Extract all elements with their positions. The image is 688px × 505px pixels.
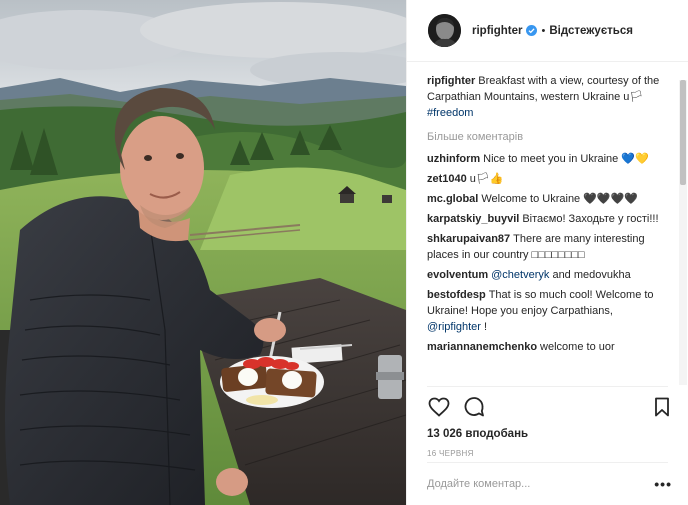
- comment-username[interactable]: mc.global: [427, 193, 478, 205]
- comment-icon[interactable]: [462, 395, 486, 419]
- add-comment-input[interactable]: [427, 478, 655, 490]
- comment-mention[interactable]: @chetveryk: [491, 269, 549, 281]
- comment-item: mariannanemchenko welcome to uor: [427, 339, 668, 355]
- load-more-comments-link[interactable]: Більше коментарів: [427, 129, 523, 145]
- post-date[interactable]: 16 червня: [427, 449, 668, 458]
- comment-text: welcome to uor: [540, 341, 615, 353]
- likes-count[interactable]: 13 026 вподобань: [427, 428, 668, 440]
- caption: ripfighter Breakfast with a view, courtes…: [427, 73, 668, 121]
- comment-text: Welcome to Ukraine 🖤🖤🖤🖤: [481, 193, 639, 205]
- caption-flag: u🏳: [623, 91, 644, 103]
- verified-badge-icon: [526, 25, 538, 36]
- add-comment-form: •••: [427, 462, 671, 505]
- bookmark-icon[interactable]: [650, 395, 674, 419]
- comment-item: zet1040 u🏳👍: [427, 171, 668, 187]
- comment-username[interactable]: evolventum: [427, 269, 488, 281]
- caption-username[interactable]: ripfighter: [427, 75, 475, 87]
- comment-text: u🏳👍: [469, 173, 504, 185]
- action-bar: [427, 395, 669, 419]
- caption-hashtag[interactable]: #freedom: [427, 107, 473, 119]
- heart-icon[interactable]: [427, 395, 451, 419]
- comment-item: karpatskiy_buyvil Вітаємо! Заходьте у гос…: [427, 211, 668, 227]
- post-header: ripfighter • Відстежується: [407, 0, 688, 62]
- post-details-panel: ripfighter • Відстежується ripfighter Bre…: [406, 0, 688, 505]
- comment-text-after: !: [480, 321, 488, 333]
- instagram-post: ripfighter • Відстежується ripfighter Bre…: [0, 0, 688, 505]
- comment-item: uzhinform Nice to meet you in Ukraine 💙💛: [427, 151, 668, 167]
- comment-text: and medovukha: [549, 269, 631, 281]
- comment-mention[interactable]: @ripfighter: [427, 321, 481, 333]
- comment-text: Вітаємо! Заходьте у гості!!!: [522, 213, 659, 225]
- comment-item: bestofdesp That is so much cool! Welcome …: [427, 287, 668, 335]
- comments-scrollbar[interactable]: [679, 80, 687, 385]
- comment-item: mc.global Welcome to Ukraine 🖤🖤🖤🖤: [427, 191, 668, 207]
- comment-username[interactable]: shkarupaivan87: [427, 233, 510, 245]
- comment-item: evolventum @chetveryk and medovukha: [427, 267, 668, 283]
- avatar-image: [428, 14, 461, 47]
- post-photo-image: [0, 0, 406, 505]
- comment-username[interactable]: mariannanemchenko: [427, 341, 537, 353]
- post-actions-section: 13 026 вподобань 16 червня: [427, 386, 669, 458]
- comment-username[interactable]: uzhinform: [427, 153, 480, 165]
- comment-text: Nice to meet you in Ukraine 💙💛: [483, 153, 649, 165]
- header-separator: •: [541, 24, 546, 37]
- comment-username[interactable]: bestofdesp: [427, 289, 486, 301]
- post-photo[interactable]: [0, 0, 406, 505]
- comment-username[interactable]: karpatskiy_buyvil: [427, 213, 519, 225]
- following-button[interactable]: Відстежується: [549, 25, 633, 37]
- comment-username[interactable]: zet1040: [427, 173, 467, 185]
- scrollbar-thumb[interactable]: [680, 80, 686, 185]
- author-username[interactable]: ripfighter: [472, 25, 522, 37]
- comment-item: shkarupaivan87 There are many interesting…: [427, 231, 668, 263]
- author-avatar[interactable]: [428, 14, 461, 47]
- comments-list: ripfighter Breakfast with a view, courtes…: [427, 73, 668, 383]
- more-options-icon[interactable]: •••: [654, 476, 672, 492]
